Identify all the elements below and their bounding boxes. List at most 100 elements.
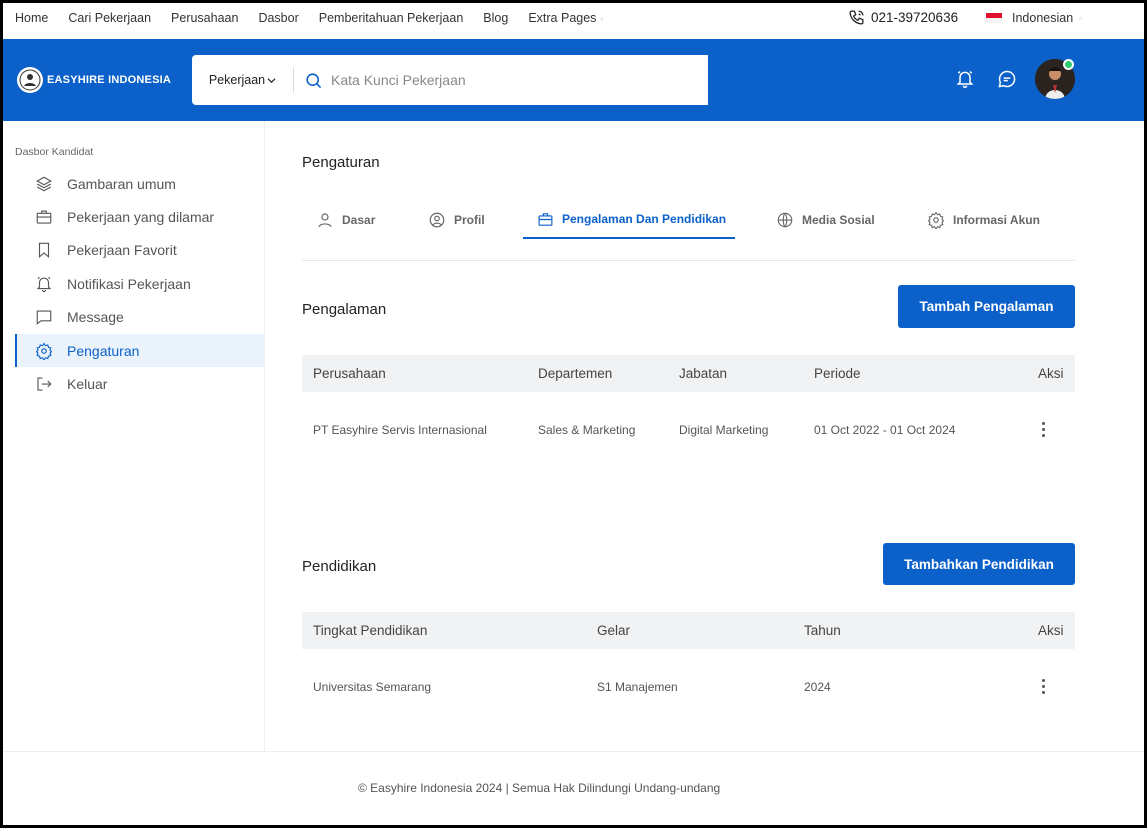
sidebar-item-pekerjaan-favorit[interactable]: Pekerjaan Favorit xyxy=(15,234,265,267)
search-input[interactable] xyxy=(323,55,708,105)
search-bar: Pekerjaan xyxy=(192,55,708,105)
tab-informasi-akun[interactable]: Informasi Akun xyxy=(927,201,1040,239)
nav-home-link[interactable]: Home xyxy=(15,11,48,25)
add-education-button[interactable]: Tambahkan Pendidikan xyxy=(883,543,1075,585)
copyright-text: © Easyhire Indonesia 2024 | Semua Hak Di… xyxy=(358,781,721,795)
period-cell: 01 Oct 2022 - 01 Oct 2024 xyxy=(814,423,956,437)
indonesia-flag-icon xyxy=(986,13,1002,23)
experience-title: Pengalaman xyxy=(302,301,387,318)
sidebar-item-pengaturan[interactable]: Pengaturan xyxy=(15,333,265,368)
sidebar-item-message[interactable]: Message xyxy=(15,301,265,334)
sidebar-item-label: Pekerjaan yang dilamar xyxy=(67,209,215,226)
school-cell: Universitas Semarang xyxy=(313,680,432,694)
top-bar: Home Cari Pekerjaan Perusahaan Dasbor Pe… xyxy=(3,3,1144,39)
column-header: Aksi xyxy=(1038,623,1064,638)
user-icon xyxy=(318,213,332,228)
chevron-down-icon: ▫ xyxy=(600,15,604,24)
phone-icon xyxy=(849,10,864,25)
search-icon xyxy=(306,72,322,88)
settings-icon xyxy=(35,342,53,360)
tab-label: Dasar xyxy=(342,213,376,227)
online-status-dot xyxy=(1063,59,1074,70)
education-title: Pendidikan xyxy=(302,558,377,575)
nav-perusahaan-link[interactable]: Perusahaan xyxy=(171,11,238,25)
settings-icon xyxy=(927,211,945,229)
top-nav: Home Cari Pekerjaan Perusahaan Dasbor Pe… xyxy=(15,3,603,33)
logo[interactable]: EASYHIRE INDONESIA xyxy=(17,67,171,93)
tab-pengalaman-pendidikan[interactable]: Pengalaman Dan Pendidikan xyxy=(523,201,735,239)
bookmark-icon xyxy=(38,243,50,259)
header-actions xyxy=(955,69,1017,89)
chat-icon[interactable] xyxy=(997,69,1017,89)
search-category-label: Pekerjaan xyxy=(208,73,266,87)
sidebar-item-label: Pekerjaan Favorit xyxy=(67,242,177,259)
column-header: Tahun xyxy=(804,623,841,638)
phone-contact[interactable]: 021-39720636 xyxy=(848,9,958,26)
sidebar-menu: Gambaran umum Pekerjaan yang dilamar Pek… xyxy=(15,167,265,401)
column-header: Perusahaan xyxy=(313,366,386,381)
degree-cell: S1 Manajemen xyxy=(597,680,678,694)
tab-profil[interactable]: Profil xyxy=(428,201,485,239)
table-row: PT Easyhire Servis Internasional Sales &… xyxy=(302,392,1075,468)
sidebar-item-gambaran-umum[interactable]: Gambaran umum xyxy=(15,167,265,200)
column-header: Periode xyxy=(814,366,861,381)
add-experience-button[interactable]: Tambah Pengalaman xyxy=(898,285,1075,328)
table-header: Tingkat Pendidikan Gelar Tahun Aksi xyxy=(302,612,1075,649)
nav-dasbor-link[interactable]: Dasbor xyxy=(258,11,298,25)
settings-tabs: Dasar Profil Pengalaman Dan Pendidikan M… xyxy=(302,201,1075,261)
message-icon xyxy=(36,310,52,326)
bell-icon xyxy=(36,276,52,292)
tab-dasar[interactable]: Dasar xyxy=(316,201,375,239)
sidebar: Dasbor Kandidat Gambaran umum Pekerjaan … xyxy=(3,121,265,751)
sidebar-item-keluar[interactable]: Keluar xyxy=(15,367,265,400)
column-header: Tingkat Pendidikan xyxy=(313,623,428,638)
experience-table: Perusahaan Departemen Jabatan Periode Ak… xyxy=(302,355,1075,468)
briefcase-icon xyxy=(36,210,52,224)
tab-media-sosial[interactable]: Media Sosial xyxy=(776,201,875,239)
tab-label: Profil xyxy=(454,213,485,227)
main-header: EASYHIRE INDONESIA Pekerjaan xyxy=(3,39,1144,121)
nav-blog-link[interactable]: Blog xyxy=(483,11,508,25)
sidebar-item-notifikasi[interactable]: Notifikasi Pekerjaan xyxy=(15,267,265,300)
column-header: Departemen xyxy=(538,366,613,381)
tab-label: Media Sosial xyxy=(802,213,875,227)
sidebar-item-label: Notifikasi Pekerjaan xyxy=(67,275,191,292)
table-row: Universitas Semarang S1 Manajemen 2024 xyxy=(302,649,1075,725)
education-table: Tingkat Pendidikan Gelar Tahun Aksi Univ… xyxy=(302,612,1075,725)
nav-cari-pekerjaan-link[interactable]: Cari Pekerjaan xyxy=(68,11,151,25)
language-label: Indonesian xyxy=(1012,11,1074,25)
more-options-icon[interactable] xyxy=(1042,679,1046,697)
phone-number: 021-39720636 xyxy=(871,10,959,25)
column-header: Jabatan xyxy=(679,366,728,381)
main-content: Pengaturan Dasar Profil Pengalaman Dan P… xyxy=(265,121,1144,751)
user-circle-icon xyxy=(429,212,445,228)
sidebar-item-label: Keluar xyxy=(67,376,108,393)
nav-pemberitahuan-link[interactable]: Pemberitahuan Pekerjaan xyxy=(319,11,464,25)
sidebar-item-pekerjaan-dilamar[interactable]: Pekerjaan yang dilamar xyxy=(15,200,265,233)
footer: © Easyhire Indonesia 2024 | Semua Hak Di… xyxy=(3,751,1144,825)
layers-icon xyxy=(36,176,52,192)
chevron-down-icon xyxy=(267,77,276,83)
bell-icon[interactable] xyxy=(955,69,975,89)
sidebar-item-label: Gambaran umum xyxy=(67,175,176,192)
column-header: Gelar xyxy=(597,623,631,638)
briefcase-icon xyxy=(538,212,553,226)
sidebar-title: Dasbor Kandidat xyxy=(15,146,94,158)
position-cell: Digital Marketing xyxy=(679,423,769,437)
search-category-select[interactable]: Pekerjaan xyxy=(192,67,294,93)
page-title: Pengaturan xyxy=(302,154,380,171)
sidebar-item-label: Pengaturan xyxy=(67,342,140,359)
year-cell: 2024 xyxy=(804,680,831,694)
more-options-icon[interactable] xyxy=(1042,422,1046,440)
globe-icon xyxy=(777,212,793,228)
logout-icon xyxy=(37,377,52,391)
language-selector[interactable]: Indonesian ▫ xyxy=(986,11,1082,25)
chevron-down-icon: ▫ xyxy=(1079,13,1083,23)
nav-extra-pages-link[interactable]: Extra Pages ▫ xyxy=(528,11,603,25)
department-cell: Sales & Marketing xyxy=(538,423,636,437)
extra-pages-label: Extra Pages xyxy=(528,11,597,25)
logo-text: EASYHIRE INDONESIA xyxy=(47,74,172,86)
app-window: Home Cari Pekerjaan Perusahaan Dasbor Pe… xyxy=(3,3,1144,825)
company-cell: PT Easyhire Servis Internasional xyxy=(313,423,487,437)
sidebar-item-label: Message xyxy=(67,309,124,326)
